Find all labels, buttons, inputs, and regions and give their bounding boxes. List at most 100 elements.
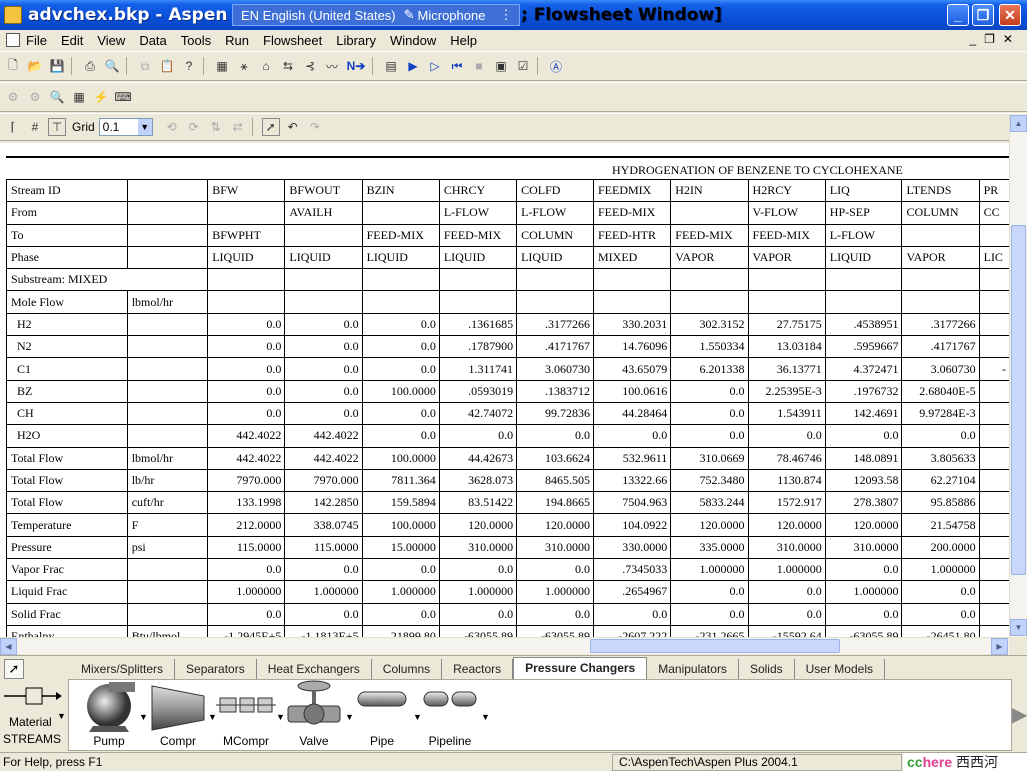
menu-data[interactable]: Data xyxy=(139,33,166,48)
tab-reactors[interactable]: Reactors xyxy=(442,659,514,679)
resume-icon[interactable]: ⚙ xyxy=(26,88,44,106)
table-cell: 0.0 xyxy=(670,602,749,626)
data-browser-icon[interactable]: ▦ xyxy=(213,57,231,75)
next-icon[interactable]: N➔ xyxy=(345,57,367,75)
language-bar[interactable]: EN English (United States) ✎ Microphone … xyxy=(232,4,520,26)
chevron-down-icon[interactable]: ▼ xyxy=(481,712,490,722)
tab-manipulators[interactable]: Manipulators xyxy=(647,659,739,679)
pause-icon[interactable]: ⚙ xyxy=(4,88,22,106)
menu-view[interactable]: View xyxy=(97,33,125,48)
copy-icon[interactable]: ⧉ xyxy=(136,57,154,75)
reinitialize-icon[interactable]: ⏮ xyxy=(448,57,466,75)
mdi-controls[interactable]: _❐✕ xyxy=(970,32,1022,46)
language-bar-options-icon[interactable]: ⋮ xyxy=(499,7,512,23)
keyboard-icon[interactable]: ⌨ xyxy=(114,88,132,106)
connect-icon[interactable]: ⊰ xyxy=(301,57,319,75)
table-cell: 120.0000 xyxy=(670,513,749,537)
flip-horizontal-icon[interactable]: ⇄ xyxy=(229,118,247,136)
block-valve[interactable]: Valve xyxy=(283,680,345,750)
new-icon[interactable]: 🗋 xyxy=(4,57,22,75)
flowsheet-icon[interactable]: ⚹ xyxy=(235,57,253,75)
menu-window[interactable]: Window xyxy=(390,33,436,48)
watermark-part: cc xyxy=(907,754,923,770)
menu-help[interactable]: Help xyxy=(450,33,477,48)
block-pipe[interactable]: Pipe xyxy=(351,680,413,750)
block-pump[interactable]: Pump xyxy=(75,680,143,750)
save-icon[interactable]: 💾 xyxy=(48,57,66,75)
tab-separators[interactable]: Separators xyxy=(175,659,257,679)
table-cell: 5833.244 xyxy=(670,491,749,515)
app-icon[interactable] xyxy=(4,6,22,24)
grid-size-select[interactable]: 0.1 ▼ xyxy=(98,118,153,136)
scroll-down-icon[interactable]: ▼ xyxy=(1010,619,1027,636)
table-cell: 335.0000 xyxy=(670,535,749,560)
select-pointer-icon[interactable]: ➚ xyxy=(261,118,280,136)
open-icon[interactable]: 📂 xyxy=(26,57,44,75)
step-icon[interactable]: ▷ xyxy=(426,57,444,75)
library-tabs: Mixers/Splitters Separators Heat Exchang… xyxy=(70,657,885,679)
print-preview-icon[interactable]: 🔍 xyxy=(103,57,121,75)
rotate-right-icon[interactable]: ⟳ xyxy=(185,118,203,136)
block-mcompr[interactable]: MCompr xyxy=(215,680,277,750)
model-manager-icon[interactable]: Ⓐ xyxy=(547,57,565,75)
run-icon[interactable]: ▶ xyxy=(404,57,422,75)
menu-library[interactable]: Library xyxy=(336,33,376,48)
tab-solids[interactable]: Solids xyxy=(739,659,795,679)
scroll-up-icon[interactable]: ▲ xyxy=(1010,115,1027,132)
menu-edit[interactable]: Edit xyxy=(61,33,83,48)
menu-file[interactable]: File xyxy=(26,33,47,48)
print-icon[interactable]: ⎙ xyxy=(81,57,99,75)
whats-this-icon[interactable]: ? xyxy=(180,57,198,75)
block-icon[interactable]: ⌂ xyxy=(257,57,275,75)
zoom-icon[interactable]: 🔍 xyxy=(48,88,66,106)
table-cell xyxy=(438,290,518,314)
library-scroll-right-icon[interactable]: ▶ xyxy=(1012,679,1027,751)
undo-icon[interactable]: ↶ xyxy=(284,118,302,136)
results-summary-icon[interactable]: ☑ xyxy=(514,57,532,75)
scroll-right-icon[interactable]: ▶ xyxy=(991,638,1008,655)
wave-icon[interactable]: 〰 xyxy=(323,57,341,75)
table-format-icon[interactable]: ▦ xyxy=(70,88,88,106)
tab-mixers-splitters[interactable]: Mixers/Splitters xyxy=(70,659,176,679)
row-label: Stream ID xyxy=(6,178,128,203)
chevron-down-icon[interactable]: ▼ xyxy=(137,119,152,135)
streams-selector[interactable]: Material STREAMS ▼ xyxy=(0,676,66,751)
grid-icon[interactable]: # xyxy=(26,118,44,136)
menu-flowsheet[interactable]: Flowsheet xyxy=(263,33,322,48)
redo-icon[interactable]: ↷ xyxy=(306,118,324,136)
vertical-scroll-thumb[interactable] xyxy=(1011,225,1026,575)
stop-icon[interactable]: ■ xyxy=(470,57,488,75)
tab-pressure-changers[interactable]: Pressure Changers xyxy=(513,657,648,679)
close-button[interactable]: ✕ xyxy=(999,4,1021,26)
vertical-scrollbar[interactable]: ▲ ▼ xyxy=(1009,115,1027,637)
document-icon[interactable] xyxy=(6,33,20,47)
scroll-left-icon[interactable]: ◀ xyxy=(0,638,17,655)
horizontal-scrollbar[interactable]: ◀ ▶ xyxy=(0,637,1009,655)
menu-tools[interactable]: Tools xyxy=(181,33,211,48)
pipeline-icon xyxy=(423,691,477,707)
control-panel-icon[interactable]: ▤ xyxy=(382,57,400,75)
stream-icon[interactable]: ⇆ xyxy=(279,57,297,75)
paste-icon[interactable]: 📋 xyxy=(158,57,176,75)
minimize-button[interactable]: _ xyxy=(947,4,969,26)
table-cell: .3177266 xyxy=(516,312,594,337)
block-pipeline[interactable]: Pipeline xyxy=(419,680,481,750)
chevron-down-icon[interactable]: ▼ xyxy=(57,711,66,721)
rotate-left-icon[interactable]: ⟲ xyxy=(163,118,181,136)
tab-user-models[interactable]: User Models xyxy=(795,659,885,679)
maximize-button[interactable]: ❐ xyxy=(972,4,994,26)
language-indicator[interactable]: EN English (United States) xyxy=(241,8,396,23)
align-icon[interactable]: ⌈ xyxy=(4,118,22,136)
menu-run[interactable]: Run xyxy=(225,33,249,48)
flip-icon[interactable]: ⇅ xyxy=(207,118,225,136)
window-title: advchex.bkp - Aspen Pl xyxy=(28,5,252,25)
tab-columns[interactable]: Columns xyxy=(372,659,443,679)
tab-heat-exchangers[interactable]: Heat Exchangers xyxy=(257,659,372,679)
microphone-icon[interactable]: ✎ xyxy=(404,7,415,23)
snap-icon[interactable]: ⊤ xyxy=(48,118,66,136)
horizontal-scroll-thumb[interactable] xyxy=(590,639,840,653)
block-compr[interactable]: Compr xyxy=(147,680,209,750)
check-results-icon[interactable]: ▣ xyxy=(492,57,510,75)
format-icon[interactable]: ⚡ xyxy=(92,88,110,106)
microphone-button[interactable]: Microphone xyxy=(418,8,486,23)
